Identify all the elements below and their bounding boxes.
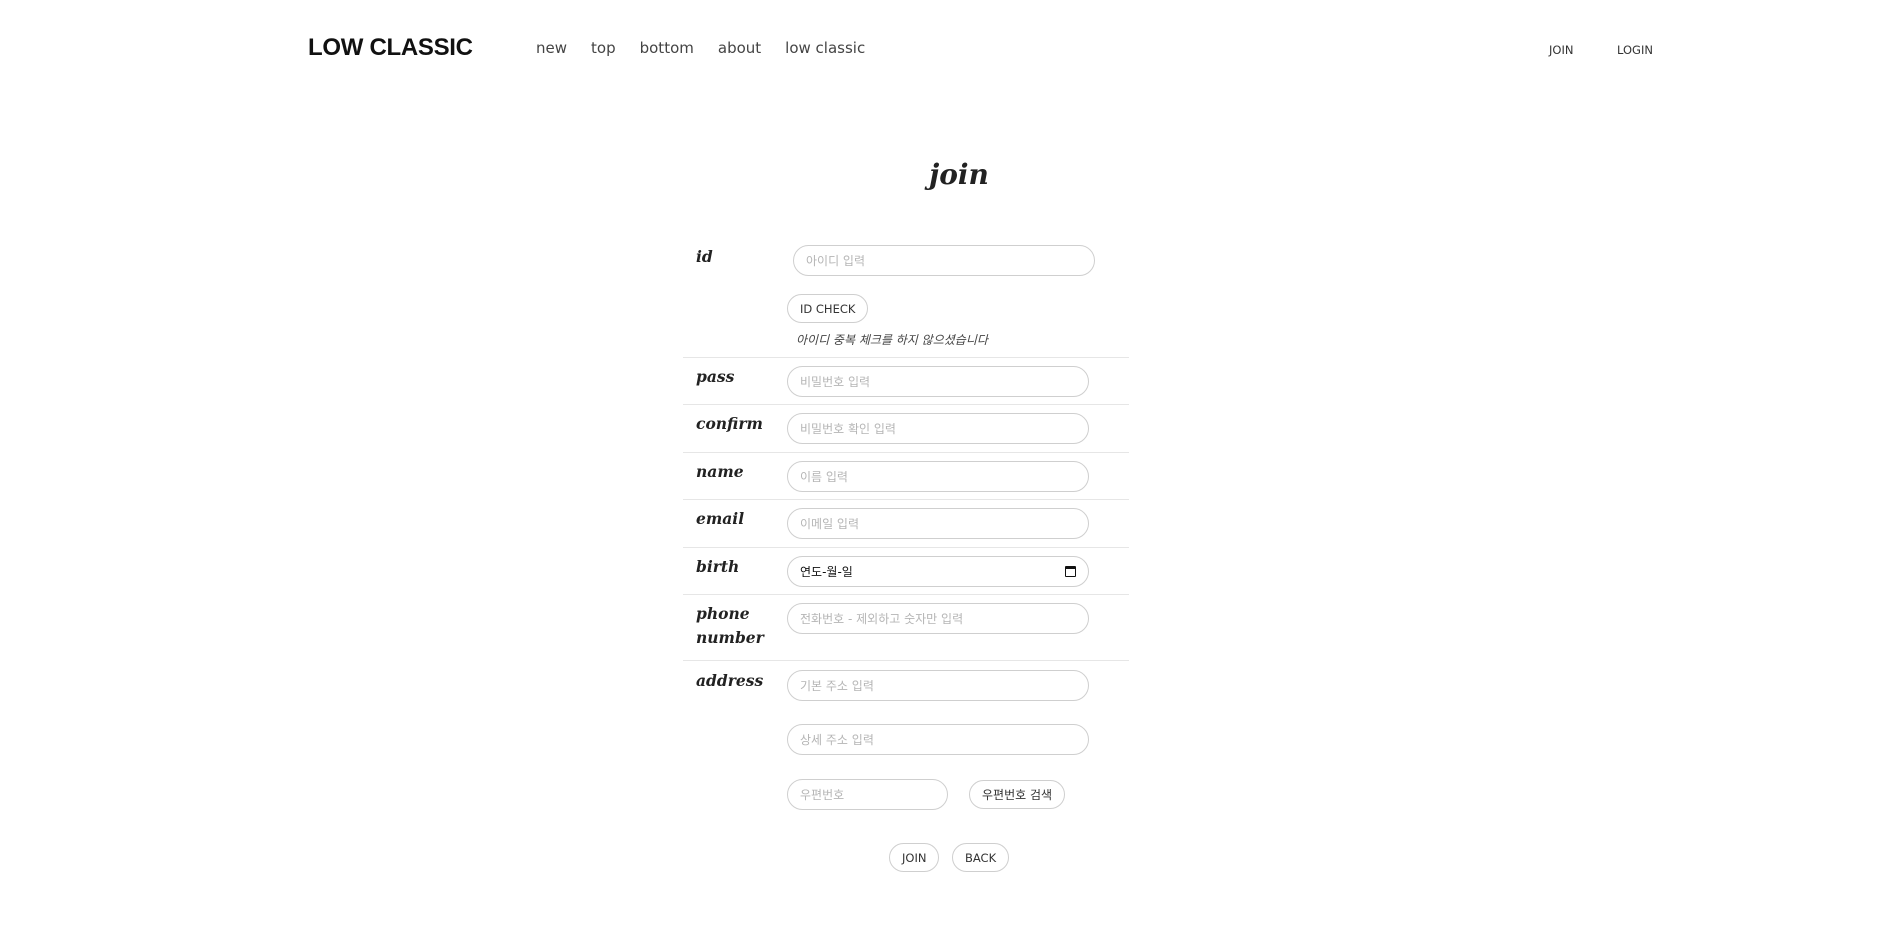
email-input[interactable]: [787, 508, 1089, 539]
password-confirm-input[interactable]: [787, 413, 1089, 444]
zipcode-search-button[interactable]: 우편번호 검색: [969, 780, 1066, 809]
phone-input[interactable]: [787, 603, 1089, 634]
join-submit-button[interactable]: JOIN: [889, 843, 940, 872]
id-row: id ID CHECK 아이디 중복 체크를 하지 않으셨습니다: [683, 235, 1129, 358]
email-row: email: [683, 500, 1129, 548]
name-label: name: [696, 462, 744, 481]
nav-item-about[interactable]: about: [718, 39, 761, 57]
id-label: id: [696, 247, 713, 266]
id-check-message: 아이디 중복 체크를 하지 않으셨습니다: [796, 333, 988, 347]
nav-item-bottom[interactable]: bottom: [640, 39, 694, 57]
birth-label: birth: [696, 557, 740, 576]
phone-row: phone number: [683, 595, 1129, 661]
nav-item-top[interactable]: top: [591, 39, 616, 57]
name-row: name: [683, 453, 1129, 500]
phone-label-line2: number: [696, 628, 764, 647]
calendar-icon[interactable]: [1065, 566, 1076, 577]
nav-item-low-classic[interactable]: low classic: [785, 39, 865, 57]
site-header: LOW CLASSIC new top bottom about low cla…: [0, 0, 1898, 100]
birth-date-input[interactable]: 연도-월-일: [787, 556, 1089, 587]
address-row: address 우편번호 검색: [683, 661, 1129, 821]
page-title: join: [929, 158, 989, 191]
email-label: email: [696, 509, 745, 528]
pass-label: pass: [696, 367, 735, 386]
birth-date-value: 연도-월-일: [800, 565, 853, 579]
main-nav: new top bottom about low classic: [536, 39, 889, 57]
header-login-link[interactable]: LOGIN: [1617, 43, 1653, 57]
id-check-button[interactable]: ID CHECK: [787, 294, 869, 323]
name-input[interactable]: [787, 461, 1089, 492]
join-form: id ID CHECK 아이디 중복 체크를 하지 않으셨습니다 pass co…: [683, 235, 1129, 821]
nav-item-new[interactable]: new: [536, 39, 567, 57]
address-detail-input[interactable]: [787, 724, 1089, 755]
id-input[interactable]: [793, 245, 1095, 276]
site-logo[interactable]: LOW CLASSIC: [308, 34, 473, 62]
password-input[interactable]: [787, 366, 1089, 397]
back-button[interactable]: BACK: [952, 843, 1010, 872]
confirm-row: confirm: [683, 405, 1129, 453]
address-label: address: [696, 671, 764, 690]
address-base-input[interactable]: [787, 670, 1089, 701]
phone-label-line1: phone: [696, 604, 750, 623]
confirm-label: confirm: [696, 414, 763, 433]
header-join-link[interactable]: JOIN: [1549, 43, 1573, 57]
birth-row: birth 연도-월-일: [683, 548, 1129, 595]
zipcode-input[interactable]: [787, 779, 948, 810]
pass-row: pass: [683, 358, 1129, 405]
